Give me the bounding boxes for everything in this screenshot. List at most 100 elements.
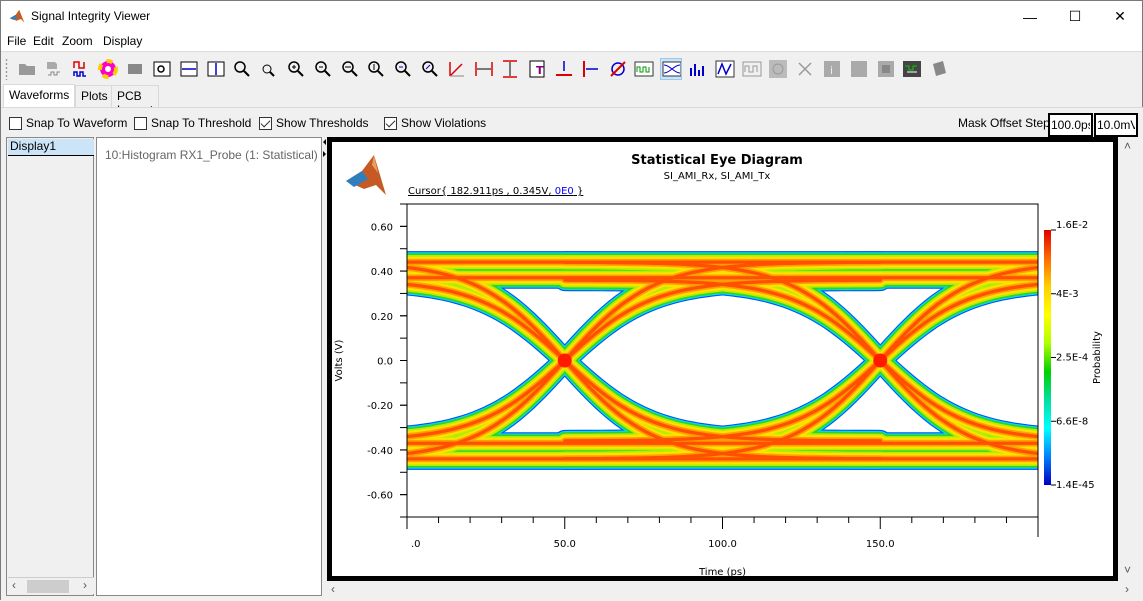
matlab-logo-icon <box>346 155 386 195</box>
import-waveform-button[interactable] <box>44 58 66 80</box>
waveform-view-button[interactable] <box>633 58 655 80</box>
stop-icon <box>877 61 894 77</box>
colorbar-label: Probability <box>1092 331 1103 384</box>
toolbar-grip[interactable] <box>5 58 8 80</box>
scrollbar-thumb[interactable] <box>27 580 69 593</box>
zoom-horizontal-button[interactable] <box>339 58 361 80</box>
zoom-button[interactable] <box>231 58 253 80</box>
y-tick-label: 0.20 <box>371 312 393 323</box>
zoom-horizontal-box-button[interactable] <box>178 58 200 80</box>
eraser-button[interactable] <box>928 58 950 80</box>
y-tick-label: -0.40 <box>367 446 393 457</box>
eye-diagram-button[interactable] <box>660 58 683 80</box>
eye-diagram-icon <box>662 61 682 77</box>
scroll-left-icon[interactable]: ‹ <box>331 582 335 596</box>
scroll-down-icon[interactable]: ˅ <box>1124 563 1131 577</box>
zoom-horizontal-box-icon <box>180 61 198 77</box>
checkbox-box[interactable] <box>134 116 147 130</box>
marker-down-button[interactable] <box>553 58 575 80</box>
tab-label: Waveforms <box>9 88 70 102</box>
zoom-horizontal-icon <box>341 61 358 77</box>
display-list-item[interactable]: Display1 <box>8 139 94 156</box>
colorbar-tick-label: 4E-3 <box>1056 289 1079 300</box>
waveform-view-icon <box>634 61 654 77</box>
y-tick-label: -0.60 <box>367 491 393 502</box>
y-axis-label: Volts (V) <box>334 339 345 381</box>
mask-offset-time-input[interactable] <box>1048 113 1093 137</box>
zoom-vertical-button[interactable] <box>365 58 387 80</box>
info-icon: i <box>824 61 840 77</box>
scroll-right-icon[interactable]: › <box>83 578 87 592</box>
waveform-fit-button[interactable] <box>714 58 736 80</box>
measure-diagonal-button[interactable] <box>446 58 468 80</box>
stop-button[interactable] <box>875 58 897 80</box>
maximize-button[interactable]: ☐ <box>1052 1 1098 32</box>
show-thresholds-checkbox[interactable]: Show Thresholds <box>259 116 369 130</box>
plot-vertical-scrollbar[interactable]: ˄ ˅ <box>1119 137 1138 581</box>
no-sync-button[interactable] <box>607 58 629 80</box>
color-wheel-button[interactable] <box>97 58 119 80</box>
menu-file[interactable]: File <box>7 34 26 48</box>
plot-horizontal-scrollbar[interactable]: ‹ <box>327 581 1119 598</box>
waveform-color-button[interactable] <box>71 58 93 80</box>
checkbox-box[interactable] <box>384 116 397 130</box>
checkbox-box[interactable] <box>9 116 22 130</box>
options-bar: Snap To Waveform Snap To Threshold Show … <box>6 112 1138 137</box>
show-violations-checkbox[interactable]: Show Violations <box>384 116 486 130</box>
scroll-right-icon[interactable]: › <box>1125 582 1129 596</box>
zoom-in-button[interactable] <box>285 58 307 80</box>
info-button[interactable]: i <box>821 58 843 80</box>
menu-zoom[interactable]: Zoom <box>62 34 93 48</box>
print-button[interactable] <box>124 58 146 80</box>
zoom-icon <box>234 61 251 77</box>
eye-crossing <box>557 353 572 368</box>
eye-diagram-plot: Statistical Eye Diagram SI_AMI_Rx, SI_AM… <box>327 137 1118 581</box>
delete-button[interactable] <box>794 58 816 80</box>
scroll-left-icon[interactable]: ‹ <box>12 578 16 592</box>
display-list-scrollbar[interactable]: ‹ › <box>8 577 94 594</box>
waveforms-panel: Snap To Waveform Snap To Threshold Show … <box>1 107 1143 601</box>
close-button[interactable]: ✕ <box>1097 1 1143 32</box>
text-annotation-icon: T <box>529 60 545 78</box>
y-tick-label: 0.40 <box>371 267 393 278</box>
zoom-out-button[interactable] <box>312 58 334 80</box>
menu-edit[interactable]: Edit <box>33 34 54 48</box>
waveform-fit-icon <box>715 60 735 78</box>
open-button[interactable] <box>17 58 39 80</box>
import-waveform-icon <box>46 62 60 76</box>
zoom-box-button[interactable] <box>151 58 173 80</box>
clock-waveform-button[interactable] <box>741 58 763 80</box>
tab-plots[interactable]: Plots <box>75 85 114 107</box>
marker-left-button[interactable] <box>580 58 602 80</box>
scroll-up-icon[interactable]: ˄ <box>1124 139 1131 153</box>
tab-pcb-layout[interactable]: PCB Layout <box>111 85 160 117</box>
minimize-button[interactable]: — <box>1007 1 1053 32</box>
measure-vertical-button[interactable] <box>499 58 521 80</box>
zoom-xy-button[interactable] <box>258 58 280 80</box>
zoom-vertical-box-button[interactable] <box>205 58 227 80</box>
zoom-previous-button[interactable] <box>419 58 441 80</box>
mask-offset-voltage-input[interactable] <box>1094 113 1138 137</box>
histogram-button[interactable] <box>687 58 709 80</box>
measure-vertical-icon <box>503 60 518 78</box>
menu-display[interactable]: Display <box>103 34 142 48</box>
tab-waveforms[interactable]: Waveforms <box>3 84 76 107</box>
snap-to-threshold-checkbox[interactable]: Snap To Threshold <box>134 116 251 130</box>
matlab-logo-icon <box>9 9 25 23</box>
zoom-fit-icon <box>395 61 411 77</box>
tab-label: Plots <box>81 89 108 103</box>
checkbox-box[interactable] <box>259 116 272 130</box>
text-annotation-button[interactable]: T <box>526 58 548 80</box>
eraser-icon <box>933 61 947 76</box>
multi-display-button[interactable] <box>901 58 923 80</box>
blank-square-button[interactable] <box>848 58 870 80</box>
close-icon: ✕ <box>1114 8 1126 24</box>
histogram-icon <box>690 64 704 76</box>
snap-to-waveform-checkbox[interactable]: Snap To Waveform <box>9 116 127 130</box>
probe-list-item[interactable]: 10:Histogram RX1_Probe (1: Statistical) <box>105 148 318 162</box>
measure-horizontal-button[interactable] <box>473 58 495 80</box>
x-axis-label: Time (ps) <box>698 567 746 576</box>
plot-canvas[interactable]: Statistical Eye Diagram SI_AMI_Rx, SI_AM… <box>332 142 1113 578</box>
zoom-fit-button[interactable] <box>392 58 414 80</box>
target-button[interactable] <box>767 58 789 80</box>
